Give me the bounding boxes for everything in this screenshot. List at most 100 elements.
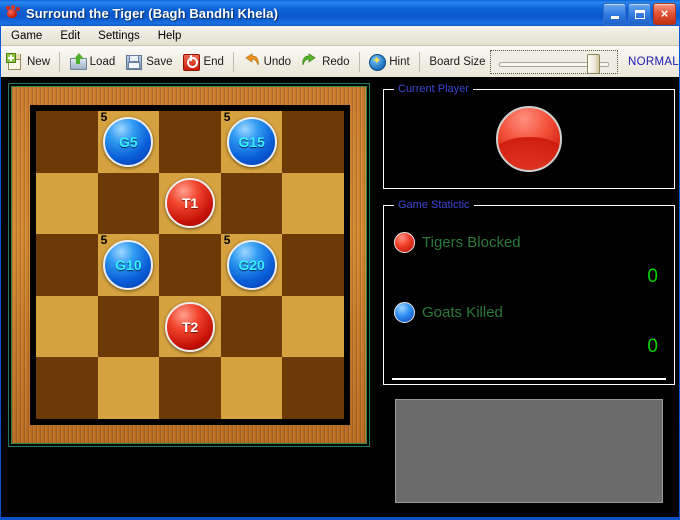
floppy-disk-icon [125, 53, 143, 70]
slider-thumb[interactable] [586, 53, 600, 74]
load-button-label: Load [89, 55, 116, 68]
piece-label: T1 [181, 195, 199, 212]
board-cell[interactable] [159, 111, 221, 173]
board-cell[interactable]: 5 G20 [220, 234, 283, 296]
toolbar-separator [232, 51, 234, 72]
game-board[interactable]: 5 G5 5 G15 T1 5 G10 5 G20 T2 [8, 83, 370, 447]
current-player-piece [496, 106, 562, 172]
power-off-icon [182, 53, 201, 71]
board-cell[interactable]: T2 [159, 295, 221, 358]
board-cell[interactable] [282, 234, 344, 296]
goat-piece[interactable]: G5 [103, 116, 154, 167]
board-cell[interactable]: 5 G15 [220, 110, 283, 173]
menu-item-game[interactable]: Game [3, 28, 50, 44]
maximize-icon [634, 9, 645, 19]
menu-item-settings[interactable]: Settings [90, 28, 148, 44]
goat-piece[interactable]: G15 [226, 116, 277, 167]
toolbar-separator [358, 51, 360, 72]
board-cell[interactable] [97, 295, 160, 358]
goat-dot-icon [394, 302, 415, 323]
board-size-slider[interactable] [489, 49, 618, 74]
tiger-piece[interactable]: T2 [164, 301, 215, 352]
board-cell[interactable] [97, 172, 160, 235]
folder-open-icon [69, 53, 87, 70]
undo-button[interactable]: Undo [238, 49, 297, 75]
menu-item-help[interactable]: Help [150, 28, 190, 44]
client-area: 5 G5 5 G15 T1 5 G10 5 G20 T2 Current Pla… [1, 77, 679, 517]
globe-hint-icon: ✦ [368, 53, 387, 71]
stat-row-tigers-blocked: Tigers Blocked [394, 232, 521, 253]
new-button[interactable]: New [1, 49, 55, 75]
board-cell[interactable] [159, 357, 221, 419]
board-cell[interactable] [282, 172, 344, 235]
toolbar-separator [418, 51, 420, 72]
board-cell[interactable] [282, 357, 344, 419]
board-cell[interactable] [282, 111, 344, 173]
goats-killed-value: 0 [647, 336, 658, 357]
title-bar: Surround the Tiger (Bagh Bandhi Khela) × [0, 0, 680, 26]
minimize-button[interactable] [603, 3, 626, 25]
goat-piece[interactable]: G10 [103, 239, 154, 290]
goats-killed-label: Goats Killed [422, 304, 503, 321]
application-window: Surround the Tiger (Bagh Bandhi Khela) ×… [0, 0, 680, 520]
board-cell[interactable] [159, 234, 221, 296]
toolbar: New Load Save End Undo Redo ✦ Hint Board… [1, 46, 679, 78]
undo-button-label: Undo [263, 55, 292, 68]
board-size-value: NORMAL [628, 55, 680, 68]
hint-button[interactable]: ✦ Hint [363, 49, 414, 75]
board-cell[interactable]: 5 G5 [97, 110, 160, 173]
piece-label: G10 [115, 256, 142, 273]
tiger-paw-icon [5, 5, 21, 21]
goat-count-label: 5 [100, 110, 108, 124]
board-inner-frame: 5 G5 5 G15 T1 5 G10 5 G20 T2 [30, 105, 350, 425]
game-statistic-group: Game Statictic Tigers Blocked 0 Goats Ki… [383, 199, 675, 385]
close-icon: × [660, 6, 669, 21]
goat-count-label: 5 [223, 110, 231, 124]
tiger-dot-icon [394, 232, 415, 253]
piece-label: G15 [238, 133, 265, 150]
board-cell[interactable] [282, 295, 344, 358]
board-cell[interactable] [220, 172, 283, 235]
hint-button-label: Hint [389, 55, 410, 68]
new-page-icon [6, 53, 23, 70]
board-cell[interactable] [220, 357, 283, 419]
board-cell[interactable] [36, 172, 98, 235]
close-button[interactable]: × [653, 3, 676, 25]
toolbar-separator [59, 51, 60, 72]
menu-bar: Game Edit Settings Help [1, 26, 679, 46]
window-title: Surround the Tiger (Bagh Bandhi Khela) [26, 5, 279, 21]
board-cell[interactable] [36, 295, 98, 358]
board-cell[interactable] [36, 111, 98, 173]
stat-row-goats-killed: Goats Killed [394, 302, 503, 323]
game-statistic-title: Game Statictic [394, 199, 474, 211]
right-panel: Current Player Game Statictic Tigers Blo… [383, 81, 675, 513]
end-button[interactable]: End [177, 49, 228, 75]
piece-label: G5 [119, 133, 138, 150]
tiger-piece[interactable]: T1 [164, 178, 215, 229]
save-button[interactable]: Save [120, 49, 177, 75]
board-cell[interactable] [36, 234, 98, 296]
maximize-button[interactable] [628, 3, 651, 25]
menu-item-edit[interactable]: Edit [52, 28, 88, 44]
caption-buttons: × [603, 3, 676, 25]
message-panel[interactable] [395, 399, 663, 503]
board-cell[interactable] [36, 357, 98, 419]
redo-button-label: Redo [322, 55, 350, 68]
goat-piece[interactable]: G20 [226, 239, 277, 290]
board-cell[interactable] [220, 295, 283, 358]
goat-count-label: 5 [100, 233, 108, 248]
board-cell[interactable] [97, 357, 160, 419]
new-button-label: New [27, 55, 51, 68]
board-grid: 5 G5 5 G15 T1 5 G10 5 G20 T2 [36, 111, 344, 419]
board-cell[interactable]: T1 [159, 172, 221, 235]
load-button[interactable]: Load [64, 49, 121, 75]
undo-arrow-icon [243, 53, 260, 70]
end-button-label: End [203, 55, 224, 68]
redo-button[interactable]: Redo [296, 49, 355, 75]
board-size-label: Board Size [429, 55, 486, 68]
tigers-blocked-value: 0 [647, 266, 658, 287]
save-button-label: Save [146, 55, 173, 68]
board-cell[interactable]: 5 G10 [97, 233, 160, 296]
current-player-group: Current Player [383, 83, 675, 189]
redo-arrow-icon [301, 53, 318, 70]
